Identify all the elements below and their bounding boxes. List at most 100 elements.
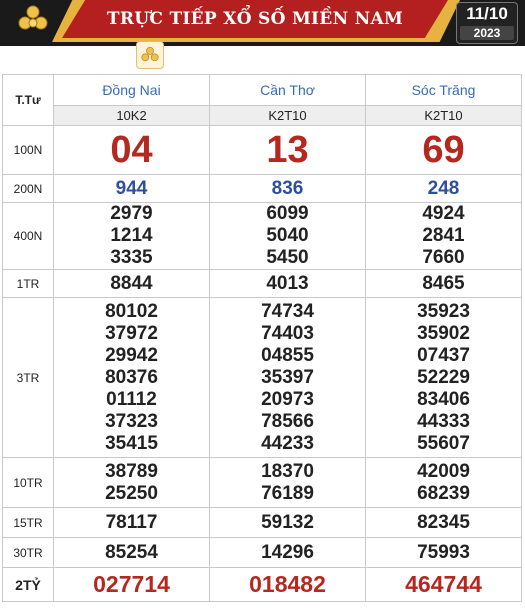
result-cell: 2979 1214 3335 xyxy=(53,202,210,270)
prize-label: 400N xyxy=(2,202,54,270)
result-number: 83406 xyxy=(417,388,470,410)
prize-label: 3TR xyxy=(2,297,54,458)
prize-row: 1TR 8844 4013 8465 xyxy=(2,269,522,298)
result-number: 59132 xyxy=(261,511,314,533)
date-badge: 11/10 2023 xyxy=(456,2,518,44)
result-number: 52229 xyxy=(417,366,470,388)
province-code: K2T10 xyxy=(365,105,522,126)
result-cell: 74734 74403 04855 35397 20973 78566 44233 xyxy=(209,297,366,458)
result-number: 2979 xyxy=(110,203,153,224)
result-number: 42009 xyxy=(417,460,470,482)
result-number: 55607 xyxy=(417,432,470,454)
result-number: 836 xyxy=(271,177,304,199)
result-number: 3335 xyxy=(110,247,153,268)
result-number: 80376 xyxy=(105,366,158,388)
result-cell: 4013 xyxy=(209,269,366,298)
result-number: 35397 xyxy=(261,366,314,388)
result-number: 027714 xyxy=(93,571,170,597)
result-number: 69 xyxy=(422,129,465,171)
result-number: 01112 xyxy=(106,388,157,410)
result-number: 8465 xyxy=(422,272,465,294)
result-number: 44333 xyxy=(417,410,470,432)
result-cell: 85254 xyxy=(53,537,210,568)
result-cell: 4924 2841 7660 xyxy=(365,202,522,270)
result-number: 85254 xyxy=(105,541,158,563)
result-number: 1214 xyxy=(110,225,153,246)
prize-label: 1TR xyxy=(2,269,54,298)
result-number: 2841 xyxy=(422,225,465,246)
result-cell: 8465 xyxy=(365,269,522,298)
result-number: 248 xyxy=(427,177,460,199)
result-cell: 78117 xyxy=(53,507,210,538)
province-name[interactable]: Đồng Nai xyxy=(53,74,210,106)
result-cell: 04 xyxy=(53,125,210,175)
province-code: 10K2 xyxy=(53,105,210,126)
result-number: 6099 xyxy=(266,203,309,224)
prize-row: 100N 04 13 69 xyxy=(2,125,522,175)
result-cell: 18370 76189 xyxy=(209,457,366,508)
result-cell: 464744 xyxy=(365,567,522,602)
result-number: 14296 xyxy=(261,541,314,563)
prize-label: 2TỶ xyxy=(2,567,54,602)
province-code: K2T10 xyxy=(209,105,366,126)
result-number: 38789 xyxy=(105,460,158,482)
prize-label: 30TR xyxy=(2,537,54,568)
result-number: 44233 xyxy=(261,432,314,454)
result-number: 4013 xyxy=(266,272,309,294)
result-number: 37323 xyxy=(105,410,158,432)
result-cell: 944 xyxy=(53,174,210,203)
result-number: 74403 xyxy=(261,322,314,344)
result-number: 8844 xyxy=(110,272,153,294)
label-header: T.Tư xyxy=(2,74,54,126)
result-cell: 018482 xyxy=(209,567,366,602)
lottery-balls-icon[interactable] xyxy=(136,41,164,69)
results-table: T.Tư Đồng Nai Cần Thơ Sóc Trăng 10K2 K2T… xyxy=(2,74,522,602)
result-cell: 13 xyxy=(209,125,366,175)
result-number: 18370 xyxy=(261,460,314,482)
result-number: 464744 xyxy=(405,571,482,597)
result-number: 76189 xyxy=(261,482,314,504)
result-number: 5040 xyxy=(266,225,309,246)
result-cell: 80102 37972 29942 80376 01112 37323 35415 xyxy=(53,297,210,458)
result-number: 35415 xyxy=(105,432,158,454)
result-cell: 59132 xyxy=(209,507,366,538)
prize-label: 100N xyxy=(2,125,54,175)
date-day: 11/10 xyxy=(466,4,508,23)
prize-row: 200N 944 836 248 xyxy=(2,174,522,203)
result-number: 7660 xyxy=(422,247,465,268)
result-number: 04855 xyxy=(261,344,314,366)
province-name[interactable]: Cần Thơ xyxy=(209,74,366,106)
result-cell: 35923 35902 07437 52229 83406 44333 55607 xyxy=(365,297,522,458)
result-cell: 836 xyxy=(209,174,366,203)
result-number: 68239 xyxy=(417,482,470,504)
prize-label: 200N xyxy=(2,174,54,203)
result-number: 07437 xyxy=(417,344,470,366)
lottery-balls-icon xyxy=(4,0,62,38)
result-cell: 82345 xyxy=(365,507,522,538)
province-name[interactable]: Sóc Trăng xyxy=(365,74,522,106)
result-number: 35923 xyxy=(417,300,470,322)
result-number: 018482 xyxy=(249,571,326,597)
result-number: 29942 xyxy=(105,344,158,366)
prize-row: 2TỶ 027714 018482 464744 xyxy=(2,567,522,602)
result-number: 13 xyxy=(266,129,309,171)
result-number: 78566 xyxy=(261,410,314,432)
result-cell: 6099 5040 5450 xyxy=(209,202,366,270)
result-number: 78117 xyxy=(105,511,158,533)
result-cell: 38789 25250 xyxy=(53,457,210,508)
prize-row: 3TR 80102 37972 29942 80376 01112 37323 35415 74… xyxy=(2,297,522,458)
result-cell: 75993 xyxy=(365,537,522,568)
result-number: 944 xyxy=(115,177,148,199)
result-number: 04 xyxy=(110,129,153,171)
result-cell: 69 xyxy=(365,125,522,175)
result-cell: 248 xyxy=(365,174,522,203)
date-year: 2023 xyxy=(460,26,514,40)
result-cell: 42009 68239 xyxy=(365,457,522,508)
result-number: 20973 xyxy=(261,388,314,410)
result-cell: 8844 xyxy=(53,269,210,298)
result-number: 80102 xyxy=(105,300,158,322)
result-cell: 027714 xyxy=(53,567,210,602)
prize-row: 30TR 85254 14296 75993 xyxy=(2,537,522,568)
result-number: 35902 xyxy=(417,322,470,344)
prize-label: 15TR xyxy=(2,507,54,538)
